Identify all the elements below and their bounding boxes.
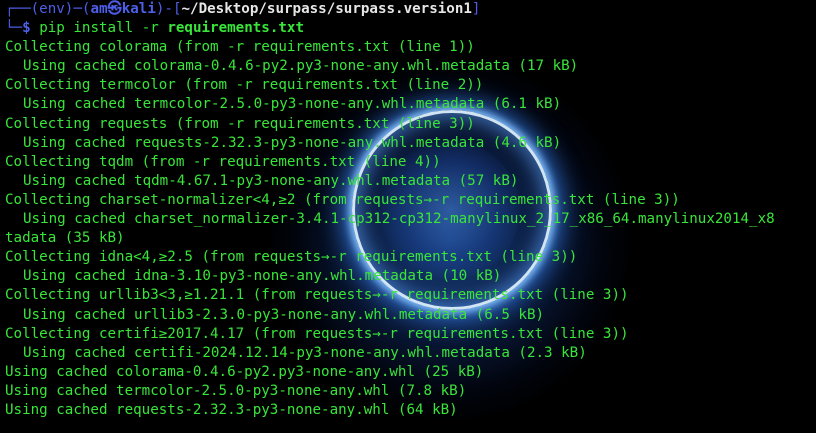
prompt-separator: )-[ xyxy=(155,1,182,17)
output-line: Using cached requests-2.32.3-py3-none-an… xyxy=(23,134,562,151)
prompt-corner-top: ┌── xyxy=(5,1,31,17)
prompt-path: ~/Desktop/surpass/surpass.version1 xyxy=(181,1,472,17)
output-line: Collecting requests (from -r requirement… xyxy=(5,115,475,132)
prompt-user-host: am㉿kali xyxy=(90,1,156,17)
output-line: Using cached certifi-2024.12.14-py3-none… xyxy=(23,344,587,361)
prompt-header: ┌──(env)─(am㉿kali)-[~/Desktop/surpass/su… xyxy=(0,0,816,19)
output-line: Collecting certifi≥2017.4.17 (from reque… xyxy=(5,325,629,342)
output-line: Using cached colorama-0.4.6-py2.py3-none… xyxy=(5,363,484,380)
command-name: pip xyxy=(39,20,65,37)
command-file: requirements.txt xyxy=(167,20,304,37)
output-line: Using cached idna-3.10-py3-none-any.whl.… xyxy=(23,268,502,285)
terminal-text[interactable]: ┌──(env)─(am㉿kali)-[~/Desktop/surpass/su… xyxy=(0,0,816,420)
output-line: Collecting termcolor (from -r requiremen… xyxy=(5,77,484,94)
prompt-separator: ─( xyxy=(73,1,91,17)
prompt-env: (env) xyxy=(30,1,74,17)
prompt-corner-bottom: └─ xyxy=(5,20,23,37)
terminal-window[interactable]: ┌──(env)─(am㉿kali)-[~/Desktop/surpass/su… xyxy=(0,0,816,433)
command-args: install -r xyxy=(73,20,159,37)
prompt-dollar: $ xyxy=(22,20,31,37)
output-line: tadata (35 kB) xyxy=(5,230,125,247)
output-line: Using cached requests-2.32.3-py3-none-an… xyxy=(5,401,458,418)
output-line: Using cached tqdm-4.67.1-py3-none-any.wh… xyxy=(23,172,519,189)
command-line: └─$ pip install -r requirements.txt xyxy=(0,19,816,38)
prompt-bracket-close: ] xyxy=(471,1,481,17)
output-line: Collecting tqdm (from -r requirements.tx… xyxy=(5,153,441,170)
output-line: Collecting charset-normalizer<4,≥2 (from… xyxy=(5,191,680,208)
output-line: Using cached colorama-0.4.6-py2.py3-none… xyxy=(23,58,579,75)
output-line: Collecting idna<4,≥2.5 (from requests→-r… xyxy=(5,249,578,266)
output-line: Using cached termcolor-2.5.0-py3-none-an… xyxy=(23,96,562,113)
output-line: Using cached termcolor-2.5.0-py3-none-an… xyxy=(5,382,467,399)
output-line: Using cached urllib3-2.3.0-py3-none-any.… xyxy=(23,306,545,323)
output-line: Collecting colorama (from -r requirement… xyxy=(5,39,475,56)
output-line: Using cached charset_normalizer-3.4.1-cp… xyxy=(23,211,775,228)
output-line: Collecting urllib3<3,≥1.21.1 (from reque… xyxy=(5,287,629,304)
